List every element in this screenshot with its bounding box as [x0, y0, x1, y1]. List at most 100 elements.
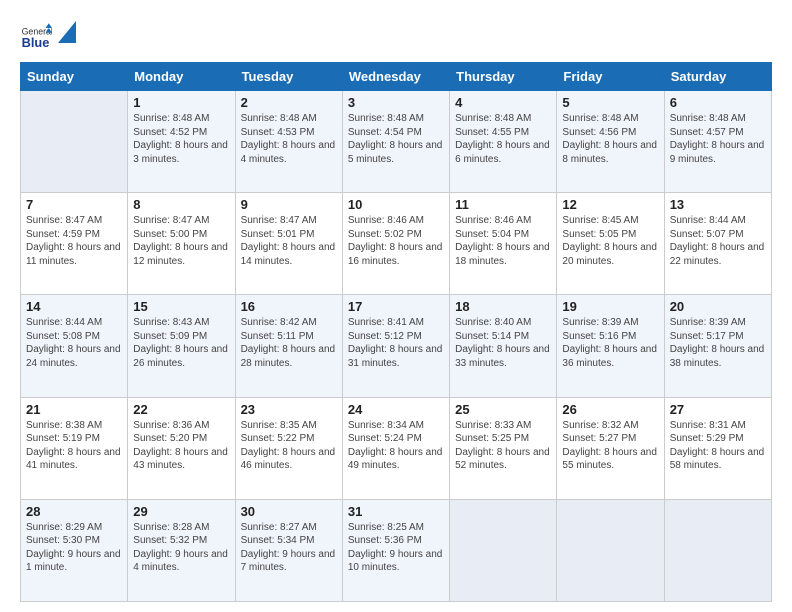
cell-info: Sunrise: 8:36 AMSunset: 5:20 PMDaylight:…	[133, 419, 229, 473]
day-number: 12	[562, 197, 658, 212]
day-number: 17	[348, 299, 444, 314]
calendar-cell: 12 Sunrise: 8:45 AMSunset: 5:05 PMDayligh…	[557, 193, 664, 295]
cell-info: Sunrise: 8:40 AMSunset: 5:14 PMDaylight:…	[455, 316, 551, 370]
calendar-cell: 13 Sunrise: 8:44 AMSunset: 5:07 PMDayligh…	[664, 193, 771, 295]
calendar-week-row: 21Sunrise: 8:38 AMSunset: 5:19 PMDayligh…	[21, 397, 772, 499]
calendar-cell: 19 Sunrise: 8:39 AMSunset: 5:16 PMDayligh…	[557, 295, 664, 397]
cell-info: Sunrise: 8:38 AMSunset: 5:19 PMDaylight:…	[26, 419, 122, 473]
calendar-cell: 22 Sunrise: 8:36 AMSunset: 5:20 PMDayligh…	[128, 397, 235, 499]
day-header-thursday: Thursday	[450, 63, 557, 91]
day-number: 9	[241, 197, 337, 212]
calendar-cell: 25 Sunrise: 8:33 AMSunset: 5:25 PMDayligh…	[450, 397, 557, 499]
cell-info: Sunrise: 8:34 AMSunset: 5:24 PMDaylight:…	[348, 419, 444, 473]
cell-info: Sunrise: 8:39 AMSunset: 5:16 PMDaylight:…	[562, 316, 658, 370]
svg-text:Blue: Blue	[22, 35, 50, 50]
header: General Blue	[20, 16, 772, 52]
cell-info: Sunrise: 8:28 AMSunset: 5:32 PMDaylight:…	[133, 521, 229, 575]
day-number: 16	[241, 299, 337, 314]
day-number: 30	[241, 504, 337, 519]
cell-info: Sunrise: 8:48 AMSunset: 4:54 PMDaylight:…	[348, 112, 444, 166]
day-number: 27	[670, 402, 766, 417]
cell-info: Sunrise: 8:48 AMSunset: 4:55 PMDaylight:…	[455, 112, 551, 166]
calendar-cell	[450, 499, 557, 601]
calendar-cell: 16 Sunrise: 8:42 AMSunset: 5:11 PMDayligh…	[235, 295, 342, 397]
cell-info: Sunrise: 8:46 AMSunset: 5:04 PMDaylight:…	[455, 214, 551, 268]
calendar-cell: 20 Sunrise: 8:39 AMSunset: 5:17 PMDayligh…	[664, 295, 771, 397]
calendar-cell: 29 Sunrise: 8:28 AMSunset: 5:32 PMDayligh…	[128, 499, 235, 601]
calendar-week-row: 7Sunrise: 8:47 AMSunset: 4:59 PMDaylight…	[21, 193, 772, 295]
cell-info: Sunrise: 8:29 AMSunset: 5:30 PMDaylight:…	[26, 521, 122, 575]
day-number: 4	[455, 95, 551, 110]
calendar-cell: 7Sunrise: 8:47 AMSunset: 4:59 PMDaylight…	[21, 193, 128, 295]
cell-info: Sunrise: 8:31 AMSunset: 5:29 PMDaylight:…	[670, 419, 766, 473]
calendar-cell: 24Sunrise: 8:34 AMSunset: 5:24 PMDayligh…	[342, 397, 449, 499]
day-number: 23	[241, 402, 337, 417]
cell-info: Sunrise: 8:47 AMSunset: 5:00 PMDaylight:…	[133, 214, 229, 268]
cell-info: Sunrise: 8:44 AMSunset: 5:08 PMDaylight:…	[26, 316, 122, 370]
day-header-sunday: Sunday	[21, 63, 128, 91]
cell-info: Sunrise: 8:25 AMSunset: 5:36 PMDaylight:…	[348, 521, 444, 575]
calendar-cell: 2 Sunrise: 8:48 AMSunset: 4:53 PMDaylight…	[235, 91, 342, 193]
calendar-week-row: 28 Sunrise: 8:29 AMSunset: 5:30 PMDayligh…	[21, 499, 772, 601]
day-header-wednesday: Wednesday	[342, 63, 449, 91]
calendar-cell: 15 Sunrise: 8:43 AMSunset: 5:09 PMDayligh…	[128, 295, 235, 397]
cell-info: Sunrise: 8:46 AMSunset: 5:02 PMDaylight:…	[348, 214, 444, 268]
calendar-cell: 30Sunrise: 8:27 AMSunset: 5:34 PMDayligh…	[235, 499, 342, 601]
calendar-cell	[557, 499, 664, 601]
day-number: 25	[455, 402, 551, 417]
calendar-table: SundayMondayTuesdayWednesdayThursdayFrid…	[20, 62, 772, 602]
cell-info: Sunrise: 8:35 AMSunset: 5:22 PMDaylight:…	[241, 419, 337, 473]
calendar-cell: 10Sunrise: 8:46 AMSunset: 5:02 PMDayligh…	[342, 193, 449, 295]
day-number: 20	[670, 299, 766, 314]
day-header-tuesday: Tuesday	[235, 63, 342, 91]
calendar-cell	[21, 91, 128, 193]
calendar-week-row: 14 Sunrise: 8:44 AMSunset: 5:08 PMDayligh…	[21, 295, 772, 397]
day-number: 19	[562, 299, 658, 314]
day-number: 1	[133, 95, 229, 110]
cell-info: Sunrise: 8:42 AMSunset: 5:11 PMDaylight:…	[241, 316, 337, 370]
calendar-header-row: SundayMondayTuesdayWednesdayThursdayFrid…	[21, 63, 772, 91]
calendar-cell: 11 Sunrise: 8:46 AMSunset: 5:04 PMDayligh…	[450, 193, 557, 295]
calendar-cell: 4 Sunrise: 8:48 AMSunset: 4:55 PMDaylight…	[450, 91, 557, 193]
calendar-cell: 6Sunrise: 8:48 AMSunset: 4:57 PMDaylight…	[664, 91, 771, 193]
day-number: 18	[455, 299, 551, 314]
cell-info: Sunrise: 8:44 AMSunset: 5:07 PMDaylight:…	[670, 214, 766, 268]
day-number: 13	[670, 197, 766, 212]
cell-info: Sunrise: 8:43 AMSunset: 5:09 PMDaylight:…	[133, 316, 229, 370]
day-number: 2	[241, 95, 337, 110]
calendar-cell: 21Sunrise: 8:38 AMSunset: 5:19 PMDayligh…	[21, 397, 128, 499]
day-number: 26	[562, 402, 658, 417]
calendar-cell: 9 Sunrise: 8:47 AMSunset: 5:01 PMDaylight…	[235, 193, 342, 295]
calendar-cell: 17Sunrise: 8:41 AMSunset: 5:12 PMDayligh…	[342, 295, 449, 397]
day-number: 8	[133, 197, 229, 212]
day-header-monday: Monday	[128, 63, 235, 91]
cell-info: Sunrise: 8:47 AMSunset: 5:01 PMDaylight:…	[241, 214, 337, 268]
day-number: 3	[348, 95, 444, 110]
day-number: 29	[133, 504, 229, 519]
cell-info: Sunrise: 8:33 AMSunset: 5:25 PMDaylight:…	[455, 419, 551, 473]
calendar-cell: 18 Sunrise: 8:40 AMSunset: 5:14 PMDayligh…	[450, 295, 557, 397]
cell-info: Sunrise: 8:39 AMSunset: 5:17 PMDaylight:…	[670, 316, 766, 370]
calendar-cell: 14 Sunrise: 8:44 AMSunset: 5:08 PMDayligh…	[21, 295, 128, 397]
cell-info: Sunrise: 8:48 AMSunset: 4:53 PMDaylight:…	[241, 112, 337, 166]
day-number: 14	[26, 299, 122, 314]
calendar-cell: 28 Sunrise: 8:29 AMSunset: 5:30 PMDayligh…	[21, 499, 128, 601]
calendar-cell: 5Sunrise: 8:48 AMSunset: 4:56 PMDaylight…	[557, 91, 664, 193]
day-header-saturday: Saturday	[664, 63, 771, 91]
cell-info: Sunrise: 8:48 AMSunset: 4:57 PMDaylight:…	[670, 112, 766, 166]
calendar-cell: 1Sunrise: 8:48 AMSunset: 4:52 PMDaylight…	[128, 91, 235, 193]
calendar-cell	[664, 499, 771, 601]
day-number: 22	[133, 402, 229, 417]
logo-triangle-icon	[58, 21, 76, 43]
calendar-cell: 8 Sunrise: 8:47 AMSunset: 5:00 PMDaylight…	[128, 193, 235, 295]
logo: General Blue	[20, 20, 76, 52]
day-number: 28	[26, 504, 122, 519]
calendar-cell: 31Sunrise: 8:25 AMSunset: 5:36 PMDayligh…	[342, 499, 449, 601]
cell-info: Sunrise: 8:32 AMSunset: 5:27 PMDaylight:…	[562, 419, 658, 473]
calendar-page: General Blue SundayMondayTuesdayWednesda…	[0, 0, 792, 612]
calendar-cell: 27 Sunrise: 8:31 AMSunset: 5:29 PMDayligh…	[664, 397, 771, 499]
calendar-cell: 3 Sunrise: 8:48 AMSunset: 4:54 PMDaylight…	[342, 91, 449, 193]
day-number: 15	[133, 299, 229, 314]
day-number: 11	[455, 197, 551, 212]
cell-info: Sunrise: 8:45 AMSunset: 5:05 PMDaylight:…	[562, 214, 658, 268]
